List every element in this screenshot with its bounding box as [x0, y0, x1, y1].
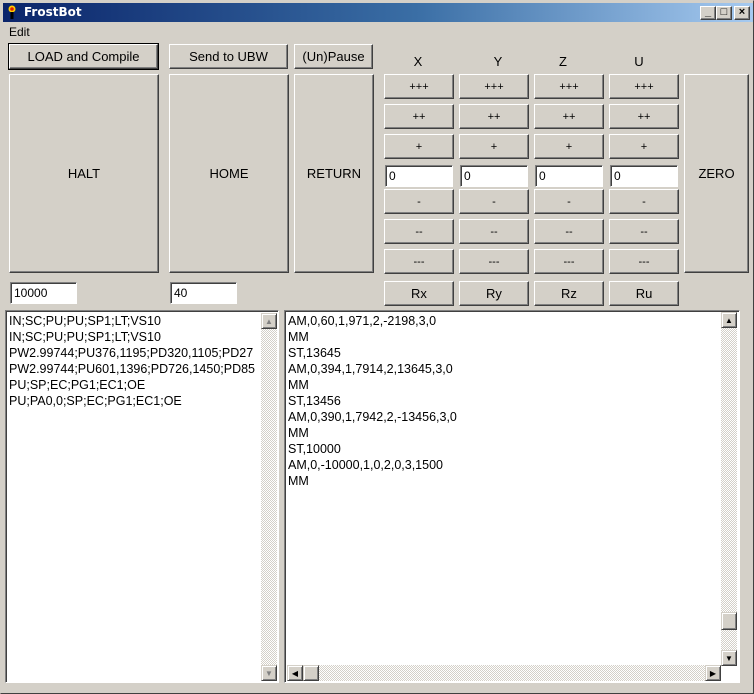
- title-bar[interactable]: FrostBot _ □ ×: [3, 3, 753, 22]
- axis-x-dec3-button[interactable]: ---: [384, 249, 454, 274]
- close-button[interactable]: ×: [734, 6, 750, 20]
- scroll-up-icon[interactable]: ▲: [721, 312, 737, 328]
- output-textbox[interactable]: AM,0,60,1,971,2,-2198,3,0 MM ST,13645 AM,0,…: [284, 310, 740, 683]
- source-line: IN;SC;PU;PU;SP1;LT;VS10: [9, 330, 161, 344]
- scroll-left-icon[interactable]: ◀: [287, 665, 303, 681]
- axis-z-dec3-button[interactable]: ---: [534, 249, 604, 274]
- axis-z-dec2-button[interactable]: --: [534, 219, 604, 244]
- menu-edit[interactable]: Edit: [9, 25, 30, 39]
- axis-y-position-input[interactable]: [460, 165, 528, 187]
- axis-u-reset-button[interactable]: Ru: [609, 281, 679, 306]
- send-to-ubw-button[interactable]: Send to UBW: [169, 44, 288, 69]
- scroll-thumb-horizontal[interactable]: [303, 665, 319, 681]
- output-line: MM: [288, 378, 309, 392]
- return-button[interactable]: RETURN: [294, 74, 374, 273]
- source-line: PW2.99744;PU376,1195;PD320,1105;PD27: [9, 346, 254, 360]
- output-line: AM,0,-10000,1,0,2,0,3,1500: [288, 458, 443, 472]
- zero-button[interactable]: ZERO: [684, 74, 749, 273]
- output-line: MM: [288, 330, 309, 344]
- output-line: ST,13456: [288, 394, 341, 408]
- axis-u-inc1-button[interactable]: +: [609, 134, 679, 159]
- source-lines: IN;SC;PU;PU;SP1;LT;VS10 IN;SC;PU;PU;SP1;L…: [9, 313, 255, 409]
- axis-y-inc1-button[interactable]: +: [459, 134, 529, 159]
- halt-value-input[interactable]: [10, 282, 77, 304]
- output-line: ST,13645: [288, 346, 341, 360]
- source-line: PU;SP;EC;PG1;EC1;OE: [9, 378, 146, 392]
- home-value-input[interactable]: [170, 282, 237, 304]
- source-textbox[interactable]: IN;SC;PU;PU;SP1;LT;VS10 IN;SC;PU;PU;SP1;L…: [5, 310, 279, 683]
- output-line: AM,0,394,1,7914,2,13645,3,0: [288, 362, 453, 376]
- output-lines: AM,0,60,1,971,2,-2198,3,0 MM ST,13645 AM,0,…: [288, 313, 457, 489]
- output-line: AM,0,390,1,7942,2,-13456,3,0: [288, 410, 457, 424]
- source-vertical-scrollbar[interactable]: ▲ ▼: [261, 313, 277, 681]
- axis-y-inc2-button[interactable]: ++: [459, 104, 529, 129]
- axis-y-dec2-button[interactable]: --: [459, 219, 529, 244]
- output-line: MM: [288, 474, 309, 488]
- source-line: PU;PA0,0;SP;EC;PG1;EC1;OE: [9, 394, 182, 408]
- window-title: FrostBot: [24, 5, 82, 19]
- source-line: IN;SC;PU;PU;SP1;LT;VS10: [9, 314, 161, 328]
- menu-bar: Edit: [3, 23, 753, 41]
- axis-u-inc3-button[interactable]: +++: [609, 74, 679, 99]
- axis-u-dec3-button[interactable]: ---: [609, 249, 679, 274]
- axis-x-inc1-button[interactable]: +: [384, 134, 454, 159]
- scroll-down-icon[interactable]: ▼: [261, 665, 277, 681]
- scroll-thumb[interactable]: [721, 612, 737, 630]
- axis-x-position-input[interactable]: [385, 165, 453, 187]
- scroll-right-icon[interactable]: ▶: [705, 665, 721, 681]
- axis-label-u: U: [634, 54, 644, 69]
- output-line: ST,10000: [288, 442, 341, 456]
- axis-z-inc1-button[interactable]: +: [534, 134, 604, 159]
- axis-x-dec2-button[interactable]: --: [384, 219, 454, 244]
- axis-label-z: Z: [559, 54, 567, 69]
- axis-label-x: X: [413, 54, 423, 69]
- load-compile-button[interactable]: LOAD and Compile: [8, 43, 159, 70]
- halt-button[interactable]: HALT: [9, 74, 159, 273]
- axis-y-reset-button[interactable]: Ry: [459, 281, 529, 306]
- axis-u-dec2-button[interactable]: --: [609, 219, 679, 244]
- axis-y-dec3-button[interactable]: ---: [459, 249, 529, 274]
- axis-z-reset-button[interactable]: Rz: [534, 281, 604, 306]
- axis-x-dec1-button[interactable]: -: [384, 189, 454, 214]
- output-line: MM: [288, 426, 309, 440]
- axis-label-y: Y: [493, 54, 503, 69]
- output-line: AM,0,60,1,971,2,-2198,3,0: [288, 314, 437, 328]
- axis-z-inc2-button[interactable]: ++: [534, 104, 604, 129]
- output-horizontal-scrollbar[interactable]: ◀ ▶: [287, 665, 721, 681]
- home-button[interactable]: HOME: [169, 74, 289, 273]
- axis-x-reset-button[interactable]: Rx: [384, 281, 454, 306]
- minimize-button[interactable]: _: [700, 6, 716, 20]
- axis-x-inc2-button[interactable]: ++: [384, 104, 454, 129]
- source-line: PW2.99744;PU601,1396;PD726,1450;PD85: [9, 362, 256, 376]
- axis-u-inc2-button[interactable]: ++: [609, 104, 679, 129]
- scroll-up-icon[interactable]: ▲: [261, 313, 277, 329]
- axis-y-dec1-button[interactable]: -: [459, 189, 529, 214]
- axis-z-position-input[interactable]: [535, 165, 603, 187]
- unpause-button[interactable]: (Un)Pause: [294, 44, 373, 69]
- torch-icon: [8, 5, 16, 19]
- axis-x-inc3-button[interactable]: +++: [384, 74, 454, 99]
- axis-u-dec1-button[interactable]: -: [609, 189, 679, 214]
- axis-z-dec1-button[interactable]: -: [534, 189, 604, 214]
- frostbot-window: FrostBot _ □ × Edit LOAD and Compile Sen…: [0, 0, 754, 694]
- output-vertical-scrollbar[interactable]: ▲ ▼: [721, 312, 737, 666]
- axis-y-inc3-button[interactable]: +++: [459, 74, 529, 99]
- axis-u-position-input[interactable]: [610, 165, 678, 187]
- scroll-down-icon[interactable]: ▼: [721, 650, 737, 666]
- maximize-button[interactable]: □: [716, 6, 732, 20]
- axis-z-inc3-button[interactable]: +++: [534, 74, 604, 99]
